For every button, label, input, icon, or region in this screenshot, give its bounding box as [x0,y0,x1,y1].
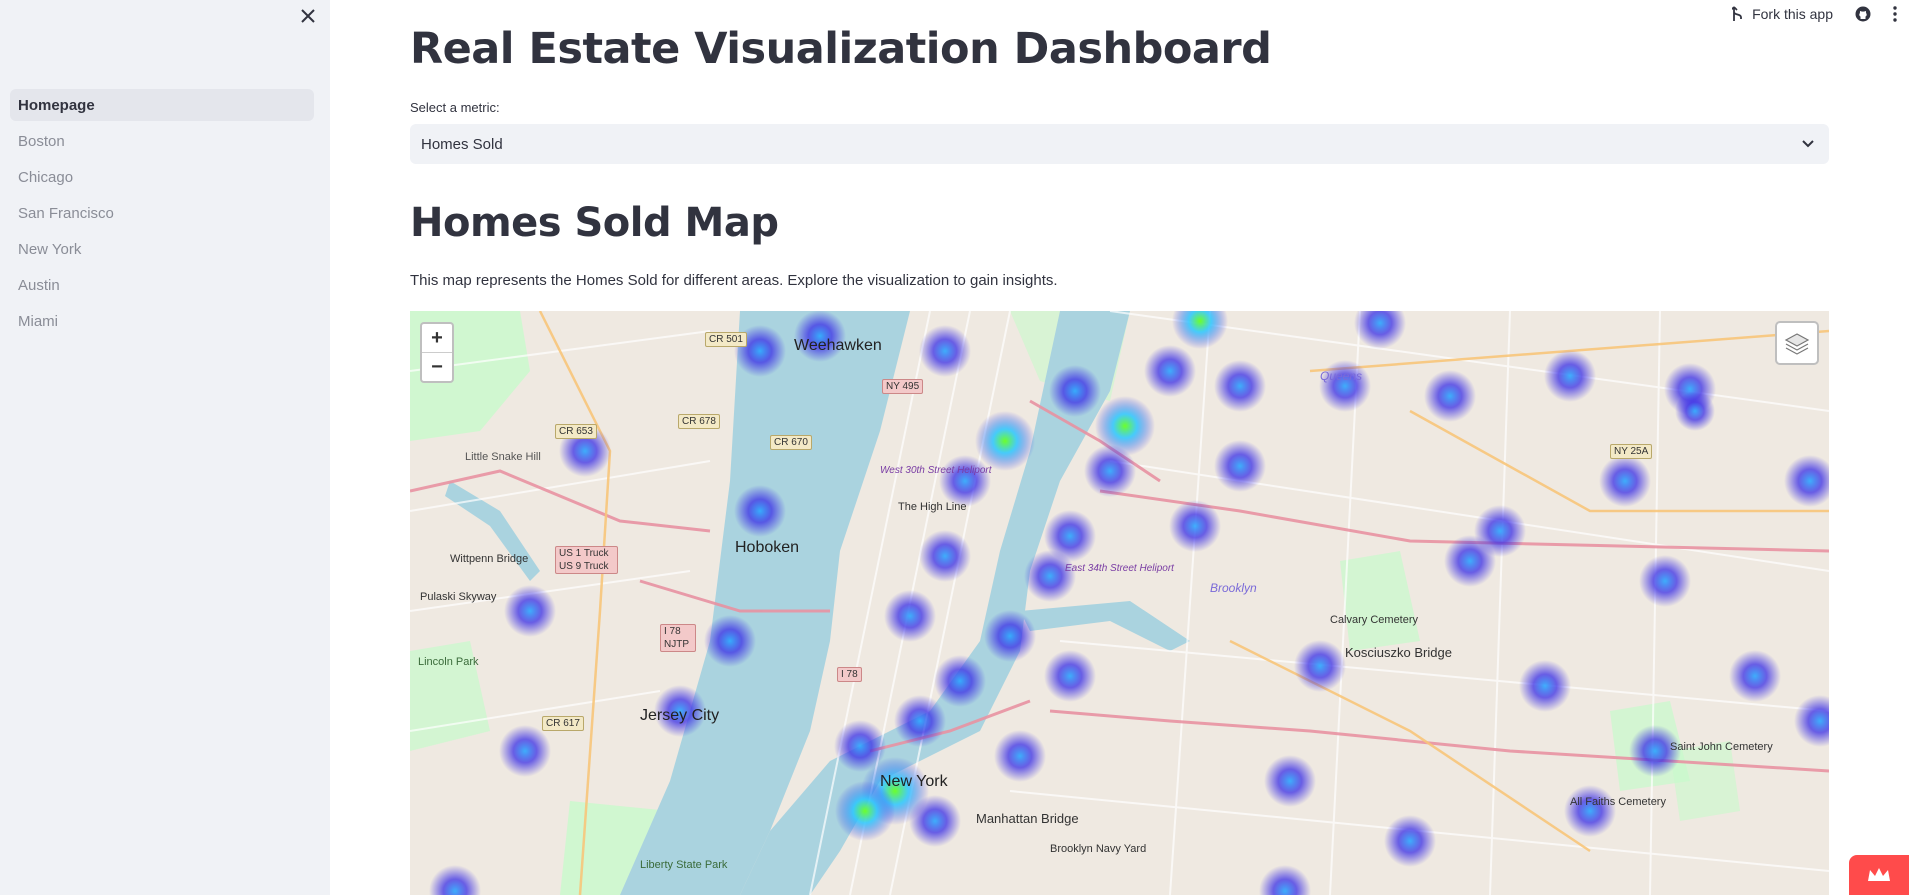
close-sidebar-button[interactable] [296,4,320,28]
route-shield: NY 495 [882,379,924,394]
fork-label: Fork this app [1752,6,1833,22]
fork-icon [1732,6,1742,21]
sidebar-item-boston[interactable]: Boston [10,125,314,157]
sidebar-item-san-francisco[interactable]: San Francisco [10,197,314,229]
map-label-saint-john-cemetery: Saint John Cemetery [1670,741,1773,753]
zoom-control: + − [420,322,454,383]
map-label-brooklyn: Brooklyn [1210,581,1257,595]
page-title: Real Estate Visualization Dashboard [410,24,1272,74]
route-shield: I 78 NJTP [660,624,696,652]
map-label-pulaski-skyway: Pulaski Skyway [420,591,497,603]
sidebar-item-chicago[interactable]: Chicago [10,161,314,193]
close-icon [301,9,315,23]
sidebar-item-austin[interactable]: Austin [10,269,314,301]
kebab-menu-icon [1893,6,1897,22]
route-shield: NY 25A [1610,444,1653,459]
map-description: This map represents the Homes Sold for d… [410,272,1058,289]
top-toolbar: Fork this app [1732,0,1909,28]
map-label-kosciuszko-bridge: Kosciuszko Bridge [1345,645,1452,660]
route-shield: CR 678 [678,414,720,429]
zoom-in-button[interactable]: + [422,324,452,352]
map-label-brooklyn-navy-yard: Brooklyn Navy Yard [1050,843,1147,855]
metric-select-value: Homes Sold [421,135,503,153]
heatmap-map[interactable]: Weehawken Hoboken Jersey City New York M… [410,311,1829,895]
sidebar-item-miami[interactable]: Miami [10,305,314,337]
github-button[interactable] [1855,6,1871,22]
sidebar-item-homepage[interactable]: Homepage [10,89,314,121]
map-label-new-york: New York [880,773,948,790]
map-label-manhattan-bridge: Manhattan Bridge [976,811,1079,826]
map-title: Homes Sold Map [410,200,779,246]
map-label-hoboken: Hoboken [735,539,800,556]
sidebar-nav: Homepage Boston Chicago San Francisco Ne… [10,89,314,341]
route-shield: CR 670 [770,435,812,450]
streamlit-badge-button[interactable] [1849,855,1909,895]
streamlit-crown-icon [1868,868,1890,881]
map-label-west-30th-heliport: West 30th Street Heliport [880,465,992,476]
route-shield: CR 653 [555,424,597,439]
map-label-queens: Queens [1320,369,1363,383]
route-shield: I 78 [837,667,862,682]
map-label-east-34th-heliport: East 34th Street Heliport [1065,563,1174,574]
layers-icon [1784,333,1810,355]
route-shield: CR 501 [705,332,747,347]
sidebar-item-new-york[interactable]: New York [10,233,314,265]
map-label-jersey-city: Jersey City [640,707,720,724]
layers-control-button[interactable] [1775,321,1819,365]
chevron-down-icon [1802,140,1814,148]
map-label-little-snake-hill: Little Snake Hill [465,451,541,463]
map-label-wittpenn-bridge: Wittpenn Bridge [450,553,529,565]
main-menu-button[interactable] [1893,6,1897,22]
map-label-lincoln-park: Lincoln Park [418,656,479,668]
fork-app-button[interactable]: Fork this app [1732,6,1833,22]
map-label-weehawken: Weehawken [794,337,882,354]
metric-select-label: Select a metric: [410,100,500,115]
map-label-calvary-cemetery: Calvary Cemetery [1330,614,1419,626]
route-shield: CR 617 [542,716,584,731]
map-label-high-line: The High Line [898,501,967,513]
route-shield: US 1 Truck US 9 Truck [555,546,618,574]
sidebar: Homepage Boston Chicago San Francisco Ne… [0,0,330,895]
map-label-all-faiths-cemetery: All Faiths Cemetery [1570,796,1666,808]
zoom-out-button[interactable]: − [422,352,452,381]
metric-select[interactable]: Homes Sold [410,124,1829,164]
map-label-liberty-state-park: Liberty State Park [640,859,728,871]
github-icon [1855,6,1871,22]
